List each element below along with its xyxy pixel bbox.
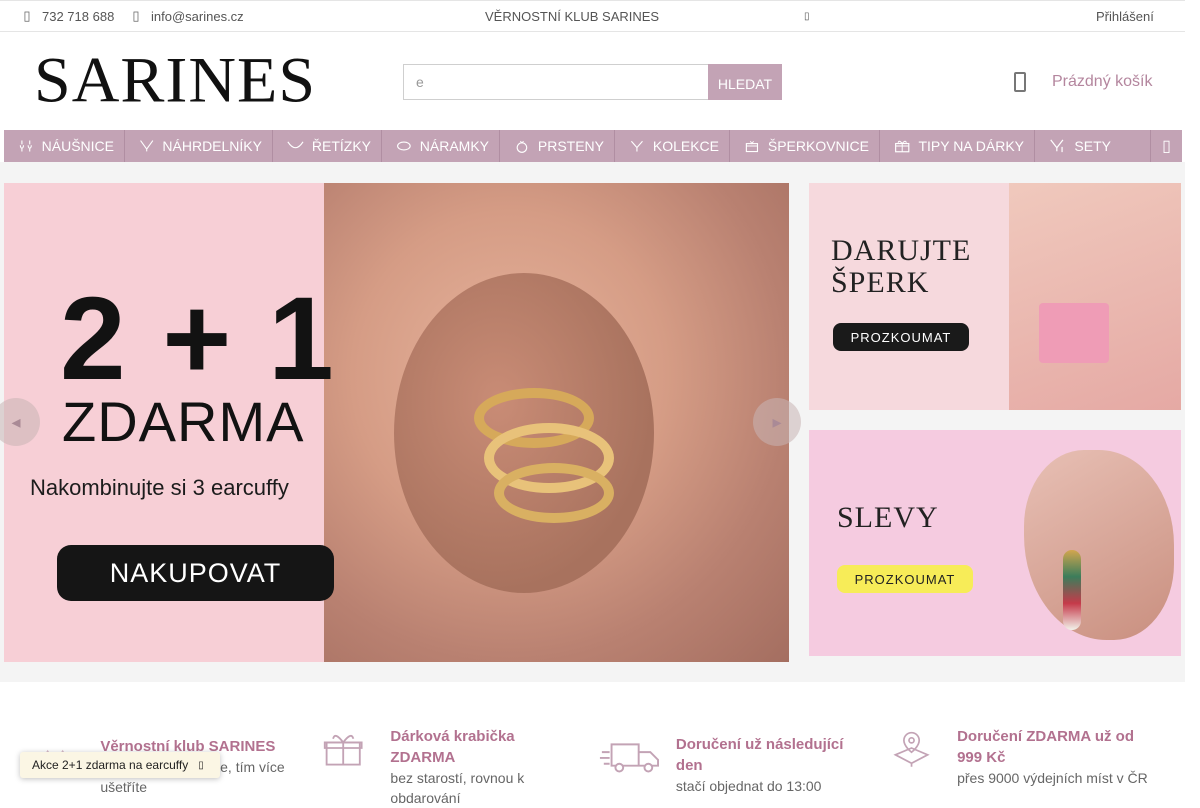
hero-area: 2 + 1 ZDARMA Nakombinujte si 3 earcuffy … xyxy=(0,162,1185,682)
earrings-icon xyxy=(19,140,32,152)
gift-icon xyxy=(895,140,910,153)
truck-icon xyxy=(599,743,660,773)
earring-pendant xyxy=(1063,550,1081,630)
benefit-gift-box: Dárková krabička ZDARMA bez starostí, ro… xyxy=(322,726,582,808)
phone-number: 732 718 688 xyxy=(42,8,115,24)
slider-next-button[interactable]: ▸ xyxy=(753,398,801,446)
search-button[interactable]: HLEDAT xyxy=(708,64,782,100)
necklace-icon xyxy=(140,140,154,152)
top-bar: ▯ 732 718 688 ▯ info@sarines.cz VĚRNOSTN… xyxy=(0,0,1185,32)
nav-item-collections[interactable]: KOLEKCE xyxy=(615,130,730,162)
dropdown-caret-icon[interactable]: ▯ xyxy=(804,11,810,22)
benefit-next-day-delivery: Doručení už následující den stačí objedn… xyxy=(598,734,868,796)
nav-item-chains[interactable]: ŘETÍZKY xyxy=(273,130,382,162)
slider-shop-button[interactable]: NAKUPOVAT xyxy=(57,545,334,601)
nav-item-bracelets[interactable]: NÁRAMKY xyxy=(382,130,500,162)
slider-subheadline: ZDARMA xyxy=(62,390,305,453)
promo-toast-text: Akce 2+1 zdarma na earcuffy xyxy=(32,758,189,772)
hero-slider[interactable]: 2 + 1 ZDARMA Nakombinujte si 3 earcuffy … xyxy=(4,183,789,662)
cart[interactable]: Prázdný košík xyxy=(1014,72,1152,92)
gift-photo xyxy=(1009,183,1181,410)
close-icon[interactable]: ▯ xyxy=(198,760,204,771)
nav-item-rings[interactable]: PRSTENY xyxy=(500,130,615,162)
slider-headline: 2 + 1 xyxy=(60,273,336,405)
loyalty-club-label: VĚRNOSTNÍ KLUB SARINES xyxy=(485,9,660,24)
bracelet-icon xyxy=(397,141,411,151)
nav-item-gift-tips[interactable]: TIPY NA DÁRKY xyxy=(880,130,1035,162)
search-form: e HLEDAT xyxy=(403,64,782,100)
benefits-row: Věrnostní klub SARINES Čím více nakupuje… xyxy=(0,700,1185,806)
nav-item-necklaces[interactable]: NÁHRDELNÍKY xyxy=(125,130,273,162)
main-navigation: NÁUŠNICE NÁHRDELNÍKY ŘETÍZKY NÁRAMKY PRS… xyxy=(4,130,1182,162)
promo-explore-button[interactable]: PROZKOUMAT xyxy=(833,323,969,351)
loyalty-club-link[interactable]: VĚRNOSTNÍ KLUB SARINES xyxy=(485,9,659,24)
nav-item-jewelry-boxes[interactable]: ŠPERKOVNICE xyxy=(730,130,880,162)
ring-icon xyxy=(516,140,528,153)
benefit-free-delivery: Doručení ZDARMA už od 999 Kč přes 9000 v… xyxy=(892,726,1152,788)
email-address: info@sarines.cz xyxy=(151,8,244,24)
earring-photo xyxy=(1024,450,1174,640)
promo-toast[interactable]: Akce 2+1 zdarma na earcuffy ▯ xyxy=(20,752,220,778)
promo-title: DARUJTE ŠPERK xyxy=(831,234,972,299)
phone-icon: ▯ xyxy=(23,8,31,23)
collection-icon xyxy=(630,140,643,152)
site-header: SARINES e HLEDAT Prázdný košík xyxy=(0,32,1185,130)
gift-box-photo xyxy=(1039,303,1109,363)
promo-sale-title: SLEVY xyxy=(837,501,939,534)
search-input[interactable]: e xyxy=(403,64,708,100)
jewelry-box-icon xyxy=(745,140,759,153)
set-icon xyxy=(1050,139,1064,153)
email-contact[interactable]: ▯ info@sarines.cz xyxy=(131,8,244,24)
gift-box-icon xyxy=(323,734,363,766)
cart-label: Prázdný košík xyxy=(1052,73,1153,90)
email-icon: ▯ xyxy=(132,8,140,23)
slider-description: Nakombinujte si 3 earcuffy xyxy=(30,475,289,500)
promo-sale-explore-button[interactable]: PROZKOUMAT xyxy=(837,565,973,593)
logo[interactable]: SARINES xyxy=(34,48,316,114)
nav-item-earrings[interactable]: NÁUŠNICE xyxy=(4,130,125,162)
cart-icon xyxy=(1014,72,1026,92)
menu-more-button[interactable]: ▯ xyxy=(1150,130,1182,162)
chain-icon xyxy=(287,141,304,149)
phone-contact[interactable]: ▯ 732 718 688 xyxy=(22,8,114,24)
nav-item-sets[interactable]: SETY xyxy=(1035,130,1121,162)
login-label: Přihlášení xyxy=(1096,9,1154,24)
promo-sale[interactable]: SLEVY PROZKOUMAT xyxy=(809,430,1181,656)
promo-gift-jewelry[interactable]: DARUJTE ŠPERK PROZKOUMAT xyxy=(809,183,1181,410)
login-link[interactable]: Přihlášení xyxy=(1096,9,1154,24)
ear-photo xyxy=(324,183,789,662)
map-pin-icon xyxy=(893,731,930,767)
